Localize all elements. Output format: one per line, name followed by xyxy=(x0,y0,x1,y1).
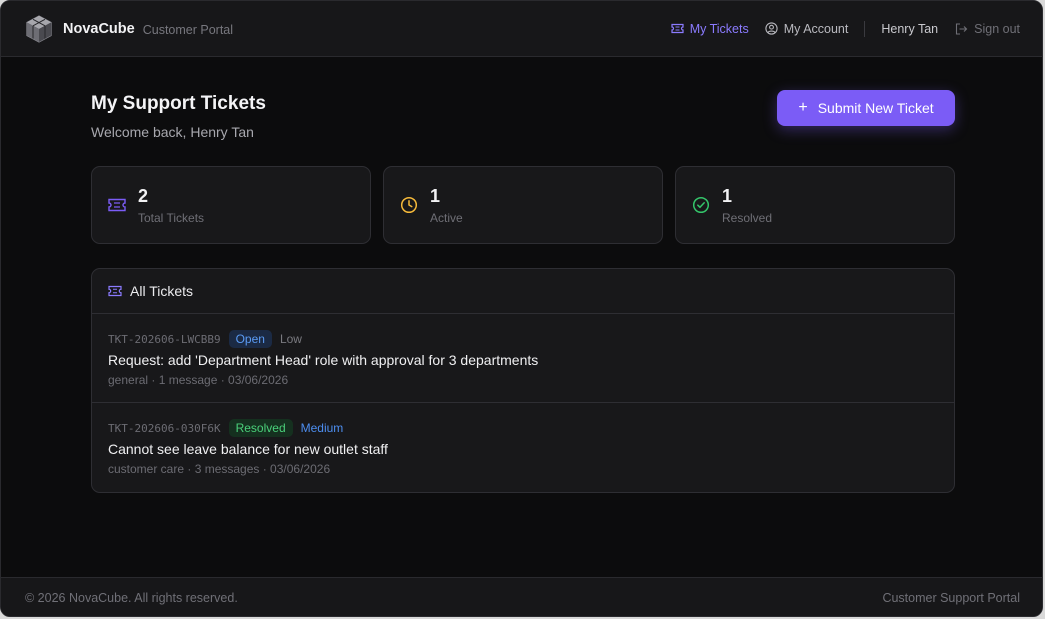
ticket-row[interactable]: TKT-202606-030F6K Resolved Medium Cannot… xyxy=(92,403,954,492)
stat-label: Resolved xyxy=(722,210,773,225)
title-row: My Support Tickets Welcome back, Henry T… xyxy=(91,57,955,166)
ticket-icon xyxy=(108,285,122,297)
panel-header: All Tickets xyxy=(92,269,954,314)
ticket-title: Request: add 'Department Head' role with… xyxy=(108,352,539,368)
app-window: NovaCube Customer Portal My Tickets My A… xyxy=(0,0,1043,617)
stat-card-resolved: 1 Resolved xyxy=(675,166,955,244)
user-name: Henry Tan xyxy=(881,21,939,36)
nav-divider xyxy=(864,20,866,37)
nav-my-account-label: My Account xyxy=(783,21,849,36)
stat-label: Active xyxy=(430,210,463,225)
cube-logo-icon xyxy=(25,14,53,44)
ticket-meta: customer care · 3 messages · 03/06/2026 xyxy=(108,462,331,476)
ticket-id: TKT-202606-LWCBB9 xyxy=(108,332,221,346)
copyright-text: © 2026 NovaCube. All rights reserved. xyxy=(25,591,238,605)
welcome-message: Welcome back, Henry Tan xyxy=(91,124,254,140)
clock-icon xyxy=(400,196,418,214)
ticket-title: Cannot see leave balance for new outlet … xyxy=(108,441,388,457)
stat-value: 2 xyxy=(138,185,149,206)
brand-subtitle: Customer Portal xyxy=(142,22,234,37)
brand[interactable]: NovaCube Customer Portal xyxy=(25,14,233,44)
page-title: My Support Tickets xyxy=(91,93,266,114)
submit-new-ticket-button[interactable]: + Submit New Ticket xyxy=(777,90,955,126)
status-badge: Open xyxy=(228,330,272,348)
priority-label: Medium xyxy=(300,421,344,435)
top-header: NovaCube Customer Portal My Tickets My A… xyxy=(1,1,1042,57)
stat-card-total: 2 Total Tickets xyxy=(91,166,371,244)
main-content: My Support Tickets Welcome back, Henry T… xyxy=(91,57,955,493)
sign-out-label: Sign out xyxy=(974,21,1020,36)
ticket-meta: general · 1 message · 03/06/2026 xyxy=(108,373,289,387)
submit-new-ticket-label: Submit New Ticket xyxy=(817,100,934,116)
stat-value: 1 xyxy=(430,185,441,206)
sign-out-icon xyxy=(956,22,968,35)
nav-my-account[interactable]: My Account xyxy=(765,21,849,36)
status-badge: Resolved xyxy=(228,419,293,437)
priority-label: Low xyxy=(279,332,302,346)
stat-value: 1 xyxy=(722,185,733,206)
ticket-icon xyxy=(108,196,126,214)
ticket-id: TKT-202606-030F6K xyxy=(108,421,221,435)
footer: © 2026 NovaCube. All rights reserved. Cu… xyxy=(1,577,1042,616)
footer-portal-label: Customer Support Portal xyxy=(882,591,1020,605)
plus-icon: + xyxy=(798,99,808,116)
ticket-icon xyxy=(671,23,684,34)
check-circle-icon xyxy=(692,196,710,214)
stats-row: 2 Total Tickets 1 Active 1 Resolved xyxy=(91,166,955,244)
panel-title: All Tickets xyxy=(130,283,194,299)
ticket-row[interactable]: TKT-202606-LWCBB9 Open Low Request: add … xyxy=(92,314,954,403)
nav-my-tickets[interactable]: My Tickets xyxy=(671,22,749,36)
sign-out-link[interactable]: Sign out xyxy=(955,22,1020,36)
stat-card-active: 1 Active xyxy=(383,166,663,244)
brand-name: NovaCube xyxy=(63,20,135,37)
top-nav: My Tickets My Account Henry Tan Sign out xyxy=(671,20,1020,37)
all-tickets-panel: All Tickets TKT-202606-LWCBB9 Open Low R… xyxy=(91,268,955,493)
stat-label: Total Tickets xyxy=(138,210,205,225)
user-circle-icon xyxy=(765,22,778,35)
nav-my-tickets-label: My Tickets xyxy=(689,21,749,36)
